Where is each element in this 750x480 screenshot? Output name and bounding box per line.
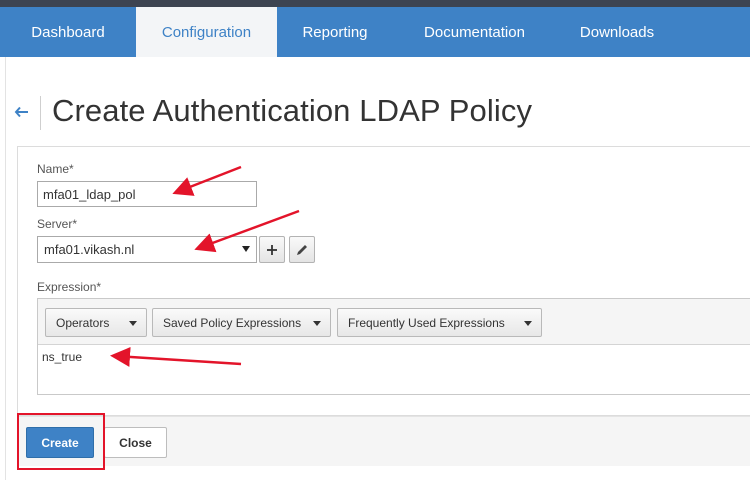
top-strip — [0, 0, 750, 7]
tab-documentation[interactable]: Documentation — [393, 7, 556, 57]
caret-down-icon — [313, 321, 321, 326]
expression-text[interactable]: ns_true — [42, 350, 82, 364]
name-label: Name* — [37, 162, 74, 176]
operators-dropdown[interactable]: Operators — [45, 308, 147, 337]
tab-configuration[interactable]: Configuration — [136, 7, 277, 57]
expression-editor[interactable]: Operators Saved Policy Expressions Frequ… — [37, 298, 750, 395]
operators-label: Operators — [56, 315, 110, 330]
caret-down-icon — [129, 321, 137, 326]
add-server-button[interactable] — [259, 236, 285, 263]
edit-server-button[interactable] — [289, 236, 315, 263]
tab-dashboard[interactable]: Dashboard — [0, 7, 136, 57]
name-input[interactable] — [37, 181, 257, 207]
server-select-value: mfa01.vikash.nl — [44, 242, 135, 257]
saved-policy-expressions-dropdown[interactable]: Saved Policy Expressions — [152, 308, 331, 337]
tab-reporting[interactable]: Reporting — [277, 7, 393, 57]
saved-policy-expressions-label: Saved Policy Expressions — [163, 315, 302, 330]
caret-down-icon — [242, 246, 250, 252]
page-title: Create Authentication LDAP Policy — [52, 93, 533, 128]
annotation-highlight-box — [17, 413, 105, 470]
expression-label: Expression* — [37, 280, 102, 294]
title-separator — [40, 96, 41, 130]
pencil-icon — [297, 244, 307, 255]
server-label: Server* — [37, 217, 78, 231]
frequently-used-expressions-label: Frequently Used Expressions — [348, 315, 505, 330]
close-button[interactable]: Close — [104, 427, 167, 458]
plus-icon — [267, 244, 277, 255]
caret-down-icon — [524, 321, 532, 326]
server-select[interactable]: mfa01.vikash.nl — [37, 236, 257, 263]
main-nav: Dashboard Configuration Reporting Docume… — [0, 7, 750, 57]
expression-toolbar: Operators Saved Policy Expressions Frequ… — [38, 299, 750, 345]
tab-downloads[interactable]: Downloads — [556, 7, 678, 57]
frequently-used-expressions-dropdown[interactable]: Frequently Used Expressions — [337, 308, 542, 337]
page-divider — [5, 57, 6, 480]
back-arrow-icon[interactable] — [14, 103, 30, 121]
